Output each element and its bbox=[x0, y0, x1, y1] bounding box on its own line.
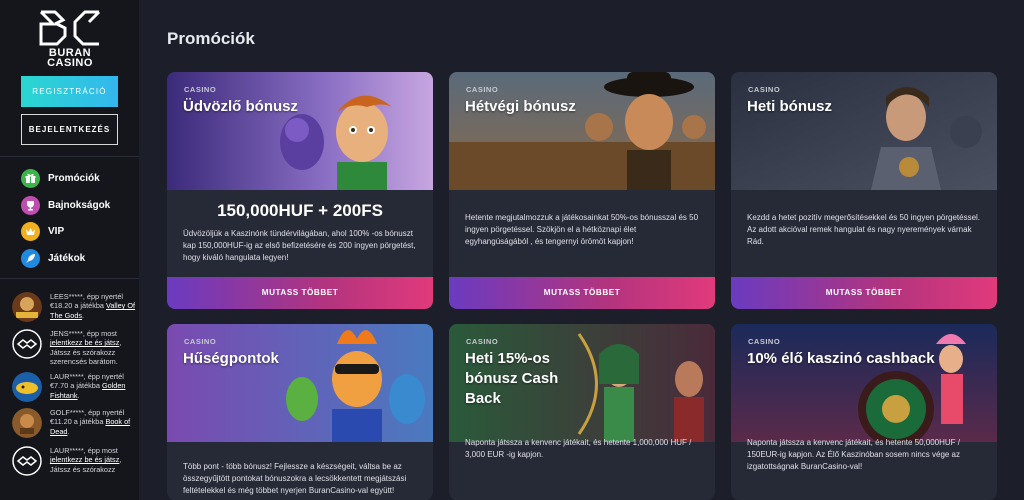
game-thumbnail[interactable] bbox=[12, 372, 42, 402]
divider bbox=[0, 156, 139, 157]
feed-text: LAUR*****, épp most jelentkezz be és ját… bbox=[50, 446, 136, 474]
nav-label-vip: VIP bbox=[48, 225, 65, 237]
feed-user: GOLF***** bbox=[50, 408, 85, 417]
trophy-icon bbox=[21, 195, 40, 215]
show-more-button[interactable]: MUTASS TÖBBET bbox=[449, 277, 715, 309]
nav-label-tournaments: Bajnokságok bbox=[48, 199, 111, 211]
feed-item: LAUR*****, épp most jelentkezz be és ját… bbox=[12, 446, 134, 482]
feed-user: LAUR***** bbox=[50, 372, 84, 381]
gift-icon bbox=[21, 168, 40, 188]
feed-text: LAUR*****, épp nyertél €7.70 a játékba G… bbox=[50, 372, 136, 400]
feed-message-end: . bbox=[67, 426, 70, 436]
card-title: Heti bónusz bbox=[747, 98, 832, 115]
card-highlight: 150,000HUF + 200FS bbox=[217, 201, 383, 220]
card-description: Naponta játssza a kenvenc játékait, és h… bbox=[465, 438, 692, 459]
brand-line2: CASINO bbox=[47, 57, 93, 69]
promo-card-weekend: CASINO Hétvégi bónusz Hetente megjutalmo… bbox=[449, 72, 715, 309]
promo-card-welcome: CASINO Üdvözlő bónusz 150,000HUF + 200FS… bbox=[167, 72, 433, 309]
card-category: CASINO bbox=[466, 85, 499, 94]
card-category: CASINO bbox=[748, 337, 781, 346]
feed-login-link[interactable]: jelentkezz be és játsz bbox=[50, 338, 119, 347]
game-thumbnail[interactable] bbox=[12, 292, 42, 322]
page-title: Promóciók bbox=[167, 29, 255, 48]
feed-text: JENS*****, épp most jelentkezz be és ját… bbox=[50, 329, 136, 366]
game-thumbnail[interactable] bbox=[12, 408, 42, 438]
feed-message: , épp most bbox=[83, 446, 118, 455]
show-more-button[interactable]: MUTASS TÖBBET bbox=[731, 277, 997, 309]
card-title: Hétvégi bónusz bbox=[465, 98, 576, 115]
feed-item: GOLF*****, épp nyertél €11.20 a játékba … bbox=[12, 408, 134, 444]
card-description: Több pont - több bónusz! Fejlessze a kés… bbox=[183, 462, 407, 495]
nav-item-games[interactable]: Játékok bbox=[21, 248, 85, 268]
rocket-icon bbox=[21, 248, 40, 268]
card-category: CASINO bbox=[748, 85, 781, 94]
promo-card-loyalty: CASINO Hűségpontok Több pont - több bónu… bbox=[167, 324, 433, 500]
feed-item: LEES*****, épp nyertél €18.20 a játékba … bbox=[12, 292, 136, 328]
feed-message-end: . bbox=[77, 390, 80, 400]
register-button[interactable]: REGISZTRÁCIÓ bbox=[21, 76, 118, 107]
feed-text: LEES*****, épp nyertél €18.20 a játékba … bbox=[50, 292, 136, 320]
nav-item-promotions[interactable]: Promóciók bbox=[21, 168, 100, 188]
brand-name: BURAN CASINO bbox=[22, 48, 118, 69]
card-description: Naponta játssza a kenvenc játékait, és h… bbox=[747, 438, 961, 471]
nav-label-promotions: Promóciók bbox=[48, 172, 100, 184]
promo-card-cashback: CASINO Heti 15%-os bónusz Cash Back Napo… bbox=[449, 324, 715, 500]
vip-icon bbox=[21, 221, 40, 241]
handshake-icon bbox=[12, 329, 42, 359]
card-category: CASINO bbox=[184, 85, 217, 94]
brand-logo-mark bbox=[39, 10, 101, 46]
card-description: Hetente megjutalmozzuk a játékosainkat 5… bbox=[465, 213, 699, 246]
nav-label-games: Játékok bbox=[48, 252, 86, 264]
card-title: Üdvözlő bónusz bbox=[183, 98, 298, 115]
feed-user: LAUR***** bbox=[50, 446, 84, 455]
card-description: Kezdd a hetet pozitív megerősítésekkel é… bbox=[747, 213, 981, 246]
feed-message-end: . bbox=[82, 310, 85, 320]
feed-user: JENS***** bbox=[50, 329, 83, 338]
divider bbox=[0, 278, 139, 279]
card-category: CASINO bbox=[184, 337, 217, 346]
sidebar: BURAN CASINO REGISZTRÁCIÓ BEJELENTKEZÉS … bbox=[0, 0, 139, 500]
feed-login-link[interactable]: jelentkezz be és játsz bbox=[50, 455, 119, 464]
login-button[interactable]: BEJELENTKEZÉS bbox=[21, 114, 118, 145]
feed-message: , épp most bbox=[82, 329, 117, 338]
nav-item-tournaments[interactable]: Bajnokságok bbox=[21, 195, 110, 215]
promo-card-weekly: CASINO Heti bónusz Kezdd a hetet pozitív… bbox=[731, 72, 997, 309]
feed-item: LAUR*****, épp nyertél €7.70 a játékba G… bbox=[12, 372, 134, 408]
card-description: Üdvözöljük a Kaszinónk tündérvilágában, … bbox=[183, 229, 416, 262]
show-more-button[interactable]: MUTASS TÖBBET bbox=[167, 277, 433, 309]
promo-card-live-cashback: CASINO 10% élő kaszinó cashback Naponta … bbox=[731, 324, 997, 500]
feed-item: JENS*****, épp most jelentkezz be és ját… bbox=[12, 329, 136, 366]
feed-text: GOLF*****, épp nyertél €11.20 a játékba … bbox=[50, 408, 136, 436]
card-title: 10% élő kaszinó cashback bbox=[747, 350, 935, 367]
handshake-icon bbox=[12, 446, 42, 476]
card-title: Heti 15%-os bónusz Cash Back bbox=[465, 350, 559, 407]
brand-logo[interactable]: BURAN CASINO bbox=[22, 8, 118, 69]
nav-item-vip[interactable]: VIP bbox=[21, 221, 64, 241]
card-title: Hűségpontok bbox=[183, 350, 279, 367]
feed-user: LEES***** bbox=[50, 292, 83, 301]
card-category: CASINO bbox=[466, 337, 499, 346]
